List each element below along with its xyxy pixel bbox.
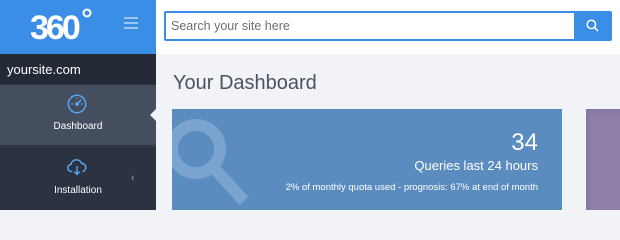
site-name: yoursite.com (0, 54, 156, 84)
search-box (164, 11, 612, 41)
search-icon (586, 19, 599, 32)
sidebar-item-dashboard[interactable]: Dashboard (0, 85, 156, 145)
logo[interactable]: 360 (30, 6, 94, 46)
secondary-stat-card[interactable] (586, 109, 620, 210)
svg-text:360: 360 (30, 9, 80, 46)
top-bar (156, 0, 620, 54)
stat-label: Queries last 24 hours (414, 158, 538, 173)
search-input[interactable] (166, 13, 574, 39)
sidebar-item-label: Installation (54, 185, 102, 196)
page-title: Your Dashboard (173, 72, 317, 94)
active-indicator (150, 108, 157, 122)
chevron-left-icon: ‹ (131, 172, 135, 184)
speedometer-icon (67, 94, 87, 114)
stat-value: 34 (511, 129, 538, 156)
queries-stat-card[interactable]: 34 Queries last 24 hours 2% of monthly q… (172, 109, 562, 210)
search-button[interactable] (574, 13, 610, 39)
search-icon (172, 119, 249, 206)
secondary-card-panel (590, 115, 620, 210)
menu-toggle-icon[interactable] (124, 17, 138, 31)
stat-note: 2% of monthly quota used - prognosis: 67… (285, 182, 538, 193)
sidebar-item-installation[interactable]: Installation ‹ (0, 147, 156, 207)
logo-bar: 360 (0, 0, 156, 54)
sidebar-item-label: Dashboard (53, 121, 103, 132)
cloud-download-icon (67, 159, 87, 176)
